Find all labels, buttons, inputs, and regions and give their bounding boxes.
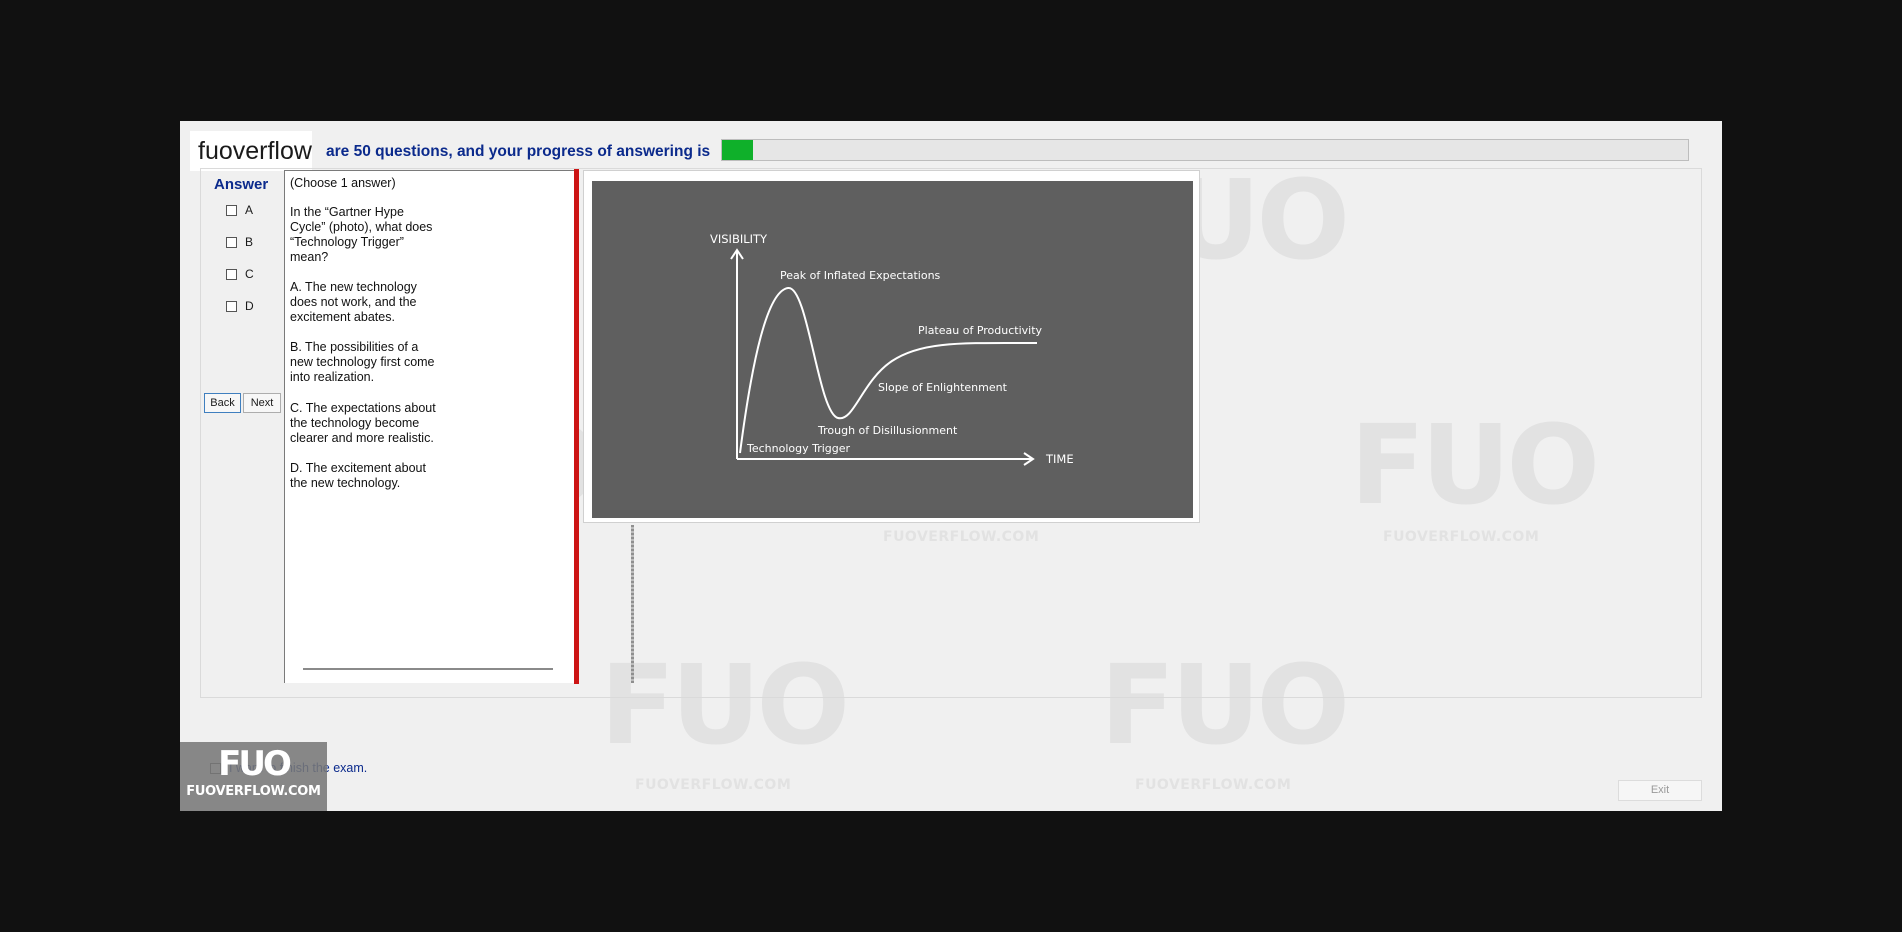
- answer-option-a[interactable]: A: [226, 203, 253, 217]
- y-axis-label: VISIBILITY: [710, 232, 768, 246]
- logo-text: FUO: [218, 744, 292, 784]
- panel-splitter[interactable]: [574, 169, 579, 684]
- exam-window: FUO FUO FUO FUO FUO FUO FUO FUOVERFLOW.C…: [180, 121, 1722, 811]
- option-text-line: the new technology.: [290, 476, 401, 490]
- option-letter: C: [245, 267, 254, 281]
- option-letter: B: [245, 235, 254, 249]
- option-text-line: C. The expectations about: [290, 401, 436, 415]
- checkbox-b[interactable]: [226, 236, 237, 248]
- phase-label-trough: Trough of Disillusionment: [817, 424, 958, 437]
- question-stem-line: Cycle” (photo), what does: [290, 220, 433, 234]
- checkbox-d[interactable]: [226, 300, 237, 312]
- hype-cycle-graphic: VISIBILITY TIME Peak of Inflated Expecta…: [710, 232, 1074, 466]
- answer-label: Answer: [214, 176, 269, 193]
- watermark-text: FUOVERFLOW.COM: [635, 777, 792, 793]
- option-letter: D: [245, 299, 254, 313]
- progress-bar: [721, 139, 1689, 161]
- progress-text: are 50 questions, and your progress of a…: [326, 143, 711, 160]
- option-text-line: B. The possibilities of a: [290, 340, 419, 354]
- question-stem-line: In the “Gartner Hype: [290, 205, 404, 219]
- option-text-line: into realization.: [290, 370, 375, 384]
- checkbox-a[interactable]: [226, 204, 237, 216]
- next-button[interactable]: Next: [243, 393, 281, 413]
- question-stem-line: mean?: [290, 250, 329, 264]
- brand-label: fuoverflow: [190, 131, 312, 171]
- exit-button[interactable]: Exit: [1618, 780, 1702, 801]
- fuoverflow-logo-badge: FUO FUOVERFLOW.COM: [180, 742, 327, 811]
- phase-label-trigger: Technology Trigger: [746, 442, 851, 455]
- x-axis-label: TIME: [1045, 452, 1074, 466]
- question-stem-line: “Technology Trigger”: [290, 235, 404, 249]
- progress-bar-fill: [722, 140, 753, 160]
- answer-option-c[interactable]: C: [226, 267, 254, 281]
- answer-option-b[interactable]: B: [226, 235, 253, 249]
- option-text-line: the technology become: [290, 416, 420, 430]
- option-text-line: A. The new technology: [290, 280, 417, 294]
- hype-cycle-image: VISIBILITY TIME Peak of Inflated Expecta…: [592, 181, 1193, 518]
- back-button[interactable]: Back: [204, 393, 241, 413]
- phase-label-peak: Peak of Inflated Expectations: [780, 269, 941, 282]
- option-letter: A: [245, 203, 254, 217]
- answer-option-d[interactable]: D: [226, 299, 254, 313]
- phase-label-slope: Slope of Enlightenment: [878, 381, 1008, 394]
- logo-subtext: FUOVERFLOW.COM: [186, 784, 321, 799]
- watermark-text: FUOVERFLOW.COM: [1135, 777, 1292, 793]
- option-text-line: excitement abates.: [290, 310, 395, 324]
- question-instruction: (Choose 1 answer): [290, 176, 396, 190]
- image-splitter[interactable]: [631, 525, 634, 683]
- option-text-line: D. The excitement about: [290, 461, 426, 475]
- checkbox-c[interactable]: [226, 268, 237, 280]
- horizontal-scrollbar[interactable]: [303, 668, 553, 670]
- phase-label-plateau: Plateau of Productivity: [918, 324, 1043, 337]
- option-text-line: does not work, and the: [290, 295, 417, 309]
- option-text-line: new technology first come: [290, 355, 435, 369]
- option-text-line: clearer and more realistic.: [290, 431, 434, 445]
